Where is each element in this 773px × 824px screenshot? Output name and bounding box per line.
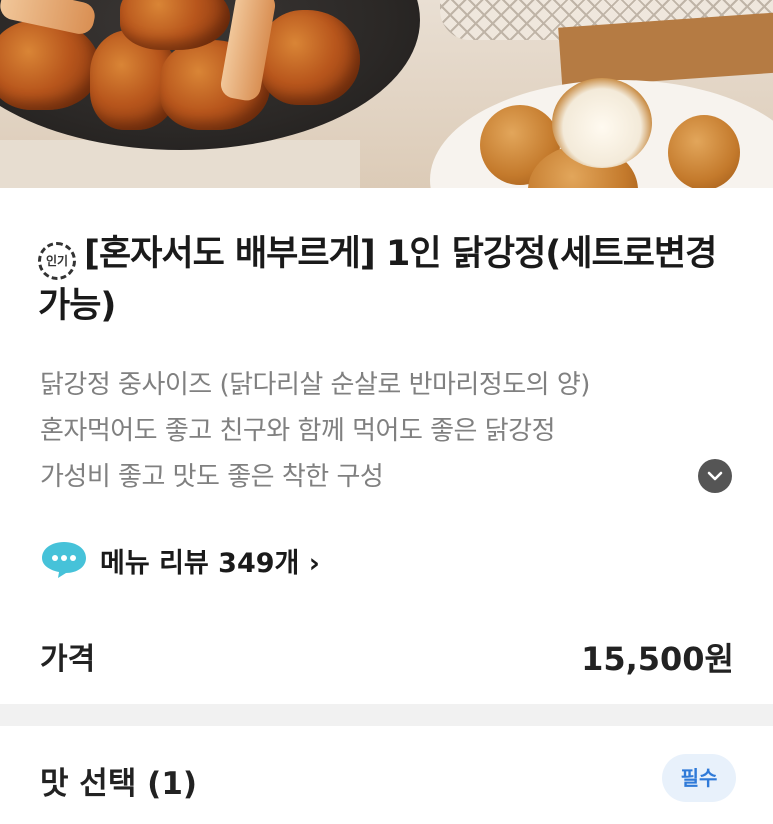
cheese-ball-cut xyxy=(552,78,652,168)
product-hero-image xyxy=(0,0,773,188)
popular-badge: 인기 xyxy=(38,241,76,280)
menu-review-label: 메뉴 리뷰 349개 › xyxy=(100,548,320,579)
product-description: 닭강정 중사이즈 (닭다리살 순살로 반마리정도의 양) 혼자먹어도 좋고 친구… xyxy=(40,362,690,500)
product-title: [혼자서도 배부르게] 1인 닭강정(세트로변경가능) xyxy=(38,234,717,326)
required-badge: 필수 xyxy=(662,754,736,802)
description-line: 닭강정 중사이즈 (닭다리살 순살로 반마리정도의 양) xyxy=(40,370,590,400)
chat-bubble-icon xyxy=(42,542,86,578)
section-divider xyxy=(0,704,773,726)
title-row: 인기 [혼자서도 배부르게] 1인 닭강정(세트로변경가능) xyxy=(38,228,738,332)
price-value: 15,500원 xyxy=(581,640,734,678)
flavor-option-header: 맛 선택 (1) 필수 xyxy=(40,754,736,806)
option-title: 맛 선택 (1) xyxy=(40,766,198,802)
expand-description-button[interactable] xyxy=(698,459,732,493)
chevron-down-icon xyxy=(707,471,723,481)
description-line: 혼자먹어도 좋고 친구와 함께 먹어도 좋은 닭강정 xyxy=(40,416,556,446)
price-row: 가격 15,500원 xyxy=(40,634,734,678)
price-label: 가격 xyxy=(40,642,96,677)
description-line: 가성비 좋고 맛도 좋은 착한 구성 xyxy=(40,462,384,492)
